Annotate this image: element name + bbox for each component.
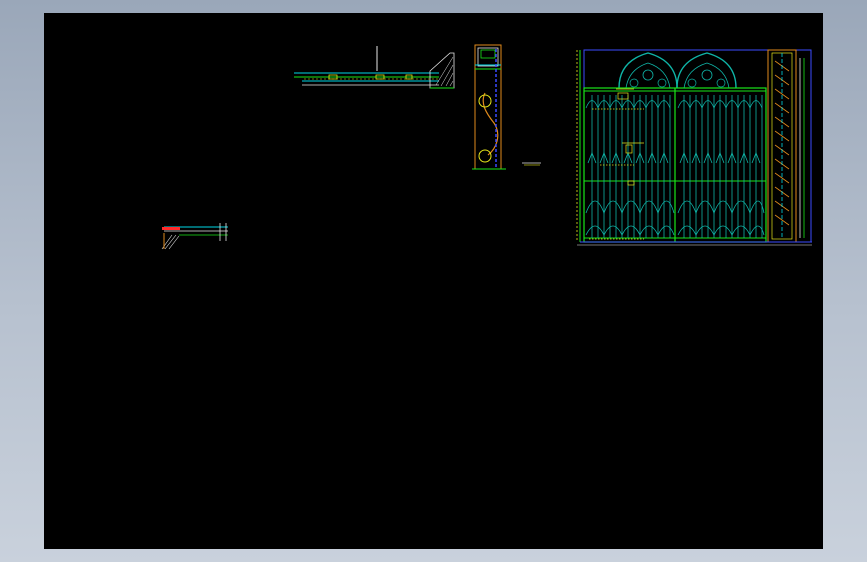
gothic-gate-elevation: [576, 49, 812, 246]
section-detail-top: [294, 46, 455, 89]
column-elevation: [472, 44, 541, 170]
cad-viewport[interactable]: [44, 13, 823, 549]
cad-drawing-canvas[interactable]: [44, 13, 823, 549]
small-section-left: [161, 223, 228, 250]
